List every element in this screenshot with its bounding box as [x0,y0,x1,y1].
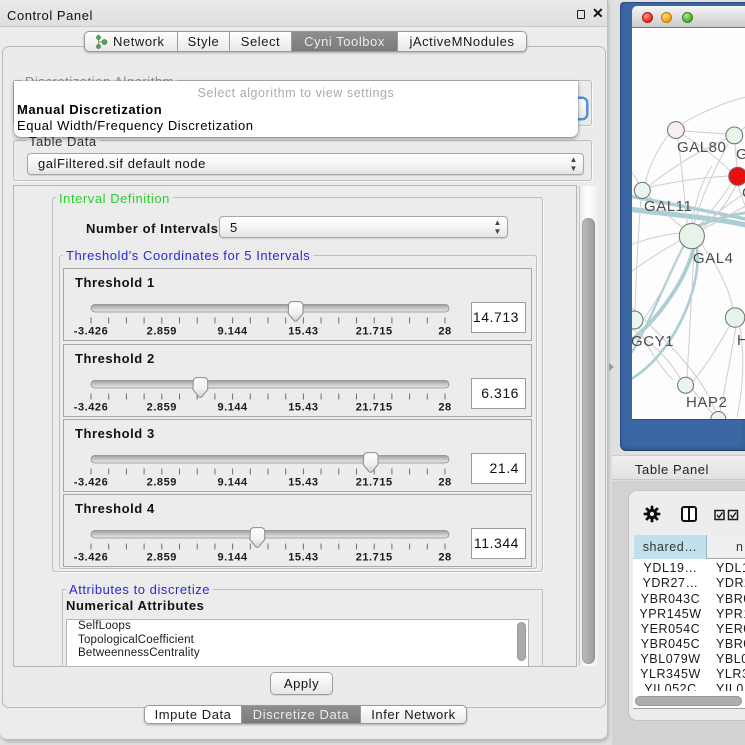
svg-text:-3.426: -3.426 [74,326,109,338]
svg-text:9.144: 9.144 [217,326,248,338]
svg-text:28: 28 [438,401,451,413]
svg-text:21.715: 21.715 [356,476,393,488]
svg-text:9.144: 9.144 [217,401,248,413]
svg-text:GAL80: GAL80 [677,139,726,156]
svg-text:28: 28 [438,476,451,488]
svg-text:21.715: 21.715 [356,401,393,413]
svg-text:2.859: 2.859 [147,401,177,413]
svg-text:HAP2: HAP2 [686,394,727,411]
svg-text:2.859: 2.859 [147,551,177,563]
svg-text:9.144: 9.144 [217,476,248,488]
svg-text:-3.426: -3.426 [74,401,109,413]
svg-text:9.144: 9.144 [217,551,248,563]
svg-text:GAL4: GAL4 [693,250,734,267]
svg-text:H: H [737,332,745,349]
svg-text:GCY1: GCY1 [632,333,674,350]
svg-text:15.43: 15.43 [288,551,318,563]
svg-text:2.859: 2.859 [147,476,177,488]
svg-text:21.715: 21.715 [356,551,393,563]
svg-text:21.715: 21.715 [356,326,393,338]
svg-text:2.859: 2.859 [147,326,177,338]
svg-text:28: 28 [438,551,451,563]
svg-text:GAL11: GAL11 [644,198,692,215]
svg-text:28: 28 [438,326,451,338]
svg-text:GA: GA [736,146,745,163]
svg-text:15.43: 15.43 [288,401,318,413]
svg-text:15.43: 15.43 [288,476,318,488]
svg-text:-3.426: -3.426 [74,476,109,488]
svg-text:-3.426: -3.426 [74,551,109,563]
svg-text:15.43: 15.43 [288,326,318,338]
